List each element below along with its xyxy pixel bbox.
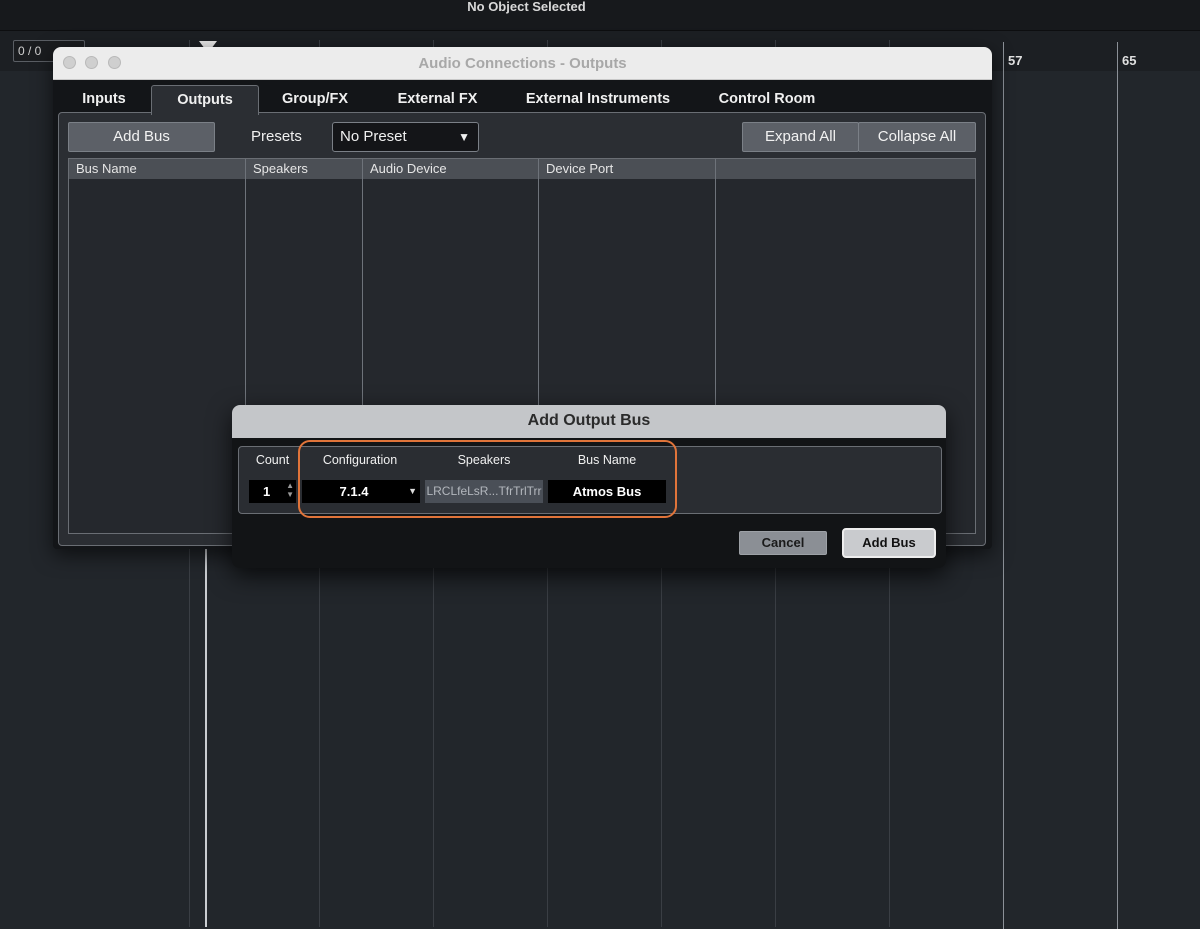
tab-outputs[interactable]: Outputs bbox=[151, 85, 259, 115]
grid-line bbox=[1003, 42, 1004, 929]
ruler-bar-number: 57 bbox=[1008, 53, 1023, 68]
dropdown-arrow-icon: ▼ bbox=[458, 130, 470, 144]
column-header-device-port[interactable]: Device Port bbox=[539, 159, 716, 179]
column-header-speakers[interactable]: Speakers bbox=[246, 159, 363, 179]
column-divider bbox=[715, 179, 716, 427]
ruler-bar-number: 65 bbox=[1122, 53, 1137, 68]
column-divider bbox=[538, 179, 539, 427]
window-titlebar[interactable]: Audio Connections - Outputs bbox=[53, 47, 992, 80]
dialog-titlebar[interactable]: Add Output Bus bbox=[232, 405, 946, 438]
add-bus-button[interactable]: Add Bus bbox=[68, 122, 215, 152]
count-stepper[interactable]: 1 ▲ ▼ bbox=[249, 480, 296, 503]
column-header-audio-device[interactable]: Audio Device bbox=[363, 159, 539, 179]
column-header-extra[interactable] bbox=[716, 159, 975, 179]
tab-external-instruments[interactable]: External Instruments bbox=[515, 85, 681, 113]
tab-external-fx[interactable]: External FX bbox=[384, 85, 491, 113]
dialog-title: Add Output Bus bbox=[527, 412, 651, 429]
grid-line bbox=[1117, 42, 1118, 929]
count-value: 1 bbox=[263, 484, 271, 499]
highlight-annotation bbox=[298, 440, 677, 518]
tab-group-fx[interactable]: Group/FX bbox=[270, 85, 360, 113]
tab-control-room[interactable]: Control Room bbox=[707, 85, 827, 113]
stepper-arrows-icon[interactable]: ▲ ▼ bbox=[286, 481, 294, 499]
column-header-bus-name[interactable]: Bus Name bbox=[69, 159, 246, 179]
preset-select[interactable]: No Preset ▼ bbox=[332, 122, 479, 152]
column-divider bbox=[362, 179, 363, 427]
add-bus-confirm-button[interactable]: Add Bus bbox=[842, 528, 936, 558]
cancel-button[interactable]: Cancel bbox=[739, 531, 827, 555]
window-title: Audio Connections - Outputs bbox=[418, 55, 627, 72]
status-text: No Object Selected bbox=[467, 0, 586, 14]
status-bar: No Object Selected bbox=[0, 0, 1200, 31]
preset-value: No Preset bbox=[340, 128, 407, 145]
expand-all-button[interactable]: Expand All bbox=[742, 122, 859, 152]
presets-label: Presets bbox=[251, 128, 302, 145]
count-header: Count bbox=[255, 453, 290, 467]
collapse-all-button[interactable]: Collapse All bbox=[858, 122, 976, 152]
column-divider bbox=[245, 179, 246, 427]
tab-inputs[interactable]: Inputs bbox=[70, 85, 138, 113]
